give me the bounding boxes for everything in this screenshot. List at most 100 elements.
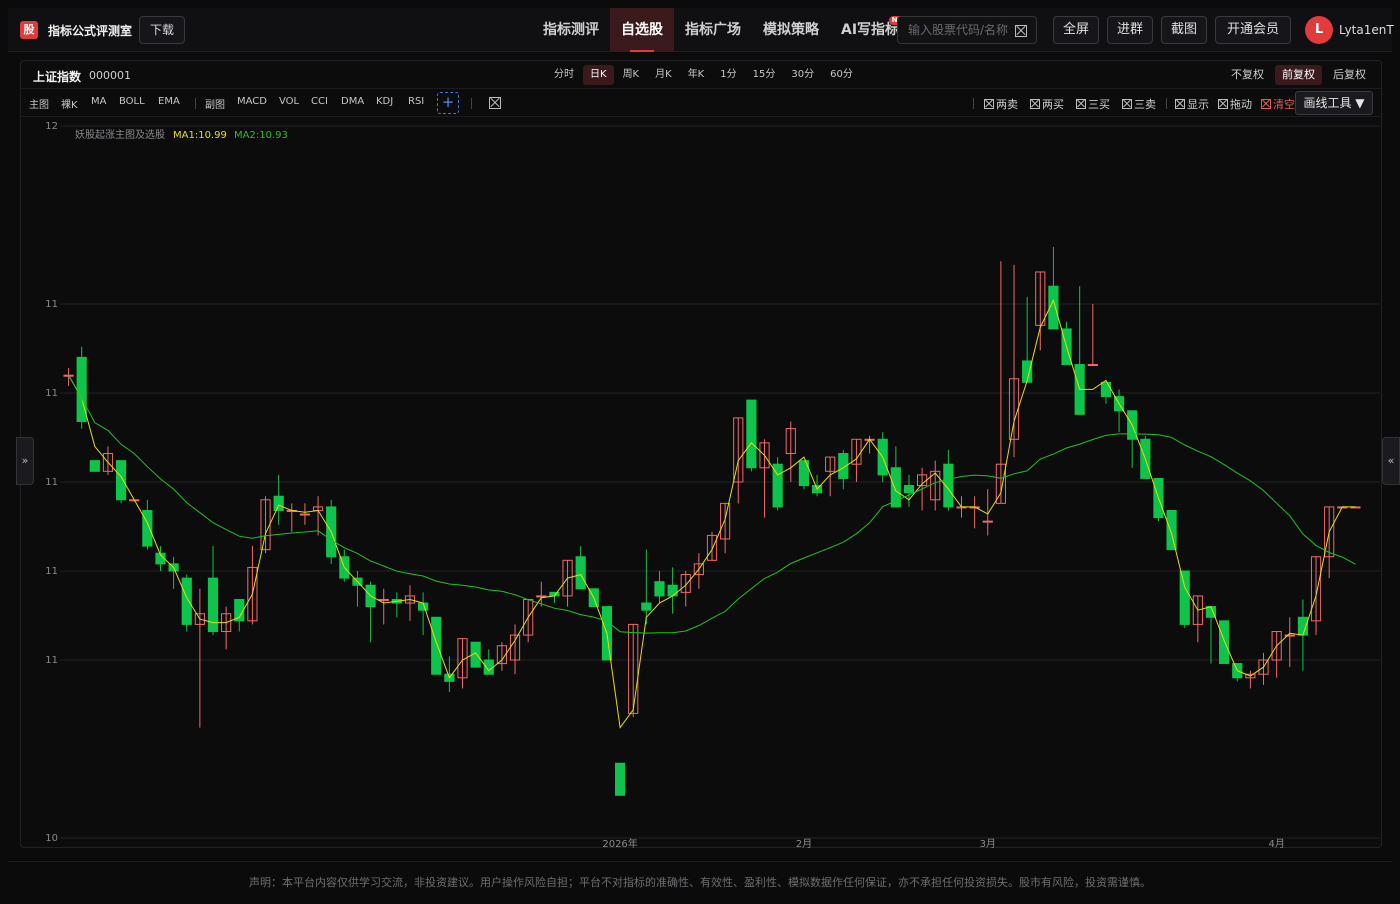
checkbox-icon	[1122, 99, 1132, 109]
stock-code: 000001	[89, 69, 131, 82]
legend-ma2: MA2:10.93	[234, 130, 288, 141]
drawing-tools-button[interactable]: 画线工具 ▼	[1295, 91, 1373, 115]
period-30min[interactable]: 30分	[784, 65, 821, 85]
y-tick-label: 11	[45, 566, 58, 577]
candle-body	[575, 556, 586, 590]
tool-label: 清空	[1273, 98, 1295, 111]
y-tick-label: 11	[45, 388, 58, 399]
tool-two-sell[interactable]: 两卖	[984, 96, 1018, 112]
period-60min[interactable]: 60分	[823, 65, 860, 85]
tool-show[interactable]: 显示	[1175, 96, 1209, 112]
checkbox-icon	[1030, 99, 1040, 109]
nav-item-indicator-review[interactable]: 指标测评	[532, 8, 610, 52]
nav-item-sim-strategy[interactable]: 模拟策略	[752, 8, 830, 52]
candle-body	[115, 460, 127, 501]
checkbox-icon	[1218, 99, 1228, 109]
checkbox-icon	[1076, 99, 1086, 109]
fullscreen-button[interactable]: 全屏	[1053, 16, 1099, 44]
candle-body	[142, 509, 153, 547]
toggle-icon[interactable]	[489, 97, 501, 109]
tool-label: 两卖	[996, 98, 1018, 111]
period-selector: 分时 日K 周K 月K 年K 1分 15分 30分 60分	[547, 65, 862, 85]
tool-label: 三买	[1088, 98, 1110, 111]
tool-two-buy[interactable]: 两买	[1030, 96, 1064, 112]
x-tick-label: 2026年	[602, 837, 637, 848]
download-button[interactable]: 下载	[139, 16, 185, 44]
indicator-kdj[interactable]: KDJ	[376, 96, 393, 107]
candle-body	[654, 581, 665, 597]
candle-body	[89, 460, 100, 472]
username[interactable]: Lyta1enT	[1339, 23, 1394, 37]
clear-icon	[1261, 99, 1271, 109]
tool-clear[interactable]: 清空	[1261, 96, 1295, 112]
period-daily[interactable]: 日K	[583, 65, 614, 85]
stock-search-input[interactable]	[908, 17, 1018, 43]
tool-three-buy[interactable]: 三买	[1076, 96, 1110, 112]
checkbox-icon	[984, 99, 994, 109]
candle-body	[1219, 620, 1230, 665]
x-tick-label: 3月	[980, 838, 996, 848]
indicator-ema[interactable]: EMA	[158, 96, 180, 107]
sub-chart-label: 副图	[205, 100, 225, 111]
tool-three-sell[interactable]: 三卖	[1122, 96, 1156, 112]
expand-right-icon[interactable]: «	[1382, 437, 1400, 485]
join-group-button[interactable]: 进群	[1107, 16, 1153, 44]
user-avatar[interactable]: L	[1305, 16, 1333, 44]
legend-ma1: MA1:10.99	[173, 130, 227, 141]
period-timeshare[interactable]: 分时	[547, 65, 581, 85]
tool-label: 拖动	[1230, 98, 1252, 111]
candlestick-chart[interactable]: 12 11 11 11 11 11 10 2026年 2月 3月 4月 妖股起涨主图及选股 MA1:10…	[20, 116, 1382, 848]
checkbox-icon	[1175, 99, 1185, 109]
main-chart-label: 主图	[29, 100, 49, 111]
y-tick-label: 11	[45, 655, 58, 666]
candle-body	[207, 577, 219, 633]
search-clear-icon[interactable]	[1015, 25, 1027, 37]
candle-body	[1166, 509, 1177, 551]
price-adjust-selector: 不复权 前复权 后复权	[1220, 65, 1373, 85]
app-logo: 股	[20, 21, 38, 39]
add-indicator-button[interactable]: +	[437, 92, 459, 114]
top-navigation-bar: 股 指标公式评测室 下载 指标测评 自选股 指标广场 模拟策略 AI写指标 NE…	[8, 8, 1394, 52]
divider	[195, 98, 196, 109]
adjust-backward[interactable]: 后复权	[1326, 65, 1373, 85]
candle-body	[181, 577, 192, 625]
nav-item-watchlist[interactable]: 自选股	[610, 8, 674, 52]
expand-left-icon[interactable]: »	[16, 437, 34, 485]
indicator-ma[interactable]: MA	[91, 96, 106, 107]
indicator-dma[interactable]: DMA	[341, 96, 364, 107]
candle-body	[641, 602, 652, 611]
indicator-toolbar: 主图 裸K MA BOLL EMA 副图 MACD VOL CCI DMA KD…	[21, 88, 1381, 117]
candle-body	[614, 762, 626, 796]
divider	[1166, 98, 1167, 109]
candle-body	[667, 584, 678, 597]
indicator-macd[interactable]: MACD	[237, 96, 267, 107]
period-weekly[interactable]: 周K	[616, 65, 647, 85]
indicator-boll[interactable]: BOLL	[119, 96, 145, 107]
adjust-forward[interactable]: 前复权	[1275, 65, 1322, 85]
nav-item-indicator-plaza[interactable]: 指标广场	[674, 8, 752, 52]
candle-body	[982, 520, 993, 523]
y-tick-label: 11	[45, 299, 58, 310]
y-tick-label: 11	[45, 477, 58, 488]
indicator-bare-k[interactable]: 裸K	[61, 96, 78, 111]
indicator-vol[interactable]: VOL	[279, 96, 299, 107]
y-tick-label: 12	[45, 121, 58, 132]
screenshot-button[interactable]: 截图	[1161, 16, 1207, 44]
candle-body	[746, 399, 757, 469]
indicator-cci[interactable]: CCI	[311, 96, 328, 107]
membership-button[interactable]: 开通会员	[1215, 16, 1291, 44]
candle-body	[299, 513, 311, 516]
period-monthly[interactable]: 月K	[648, 65, 679, 85]
adjust-none[interactable]: 不复权	[1224, 65, 1271, 85]
tool-drag[interactable]: 拖动	[1218, 96, 1252, 112]
x-tick-label: 4月	[1268, 838, 1284, 848]
indicator-rsi[interactable]: RSI	[408, 96, 424, 107]
tool-label: 显示	[1187, 98, 1209, 111]
legend-formula-name: 妖股起涨主图及选股	[75, 128, 165, 141]
period-1min[interactable]: 1分	[713, 65, 743, 85]
period-yearly[interactable]: 年K	[681, 65, 712, 85]
candle-body	[1087, 364, 1098, 367]
stock-search-box[interactable]	[897, 16, 1037, 44]
period-15min[interactable]: 15分	[746, 65, 783, 85]
candle-body	[273, 495, 284, 511]
